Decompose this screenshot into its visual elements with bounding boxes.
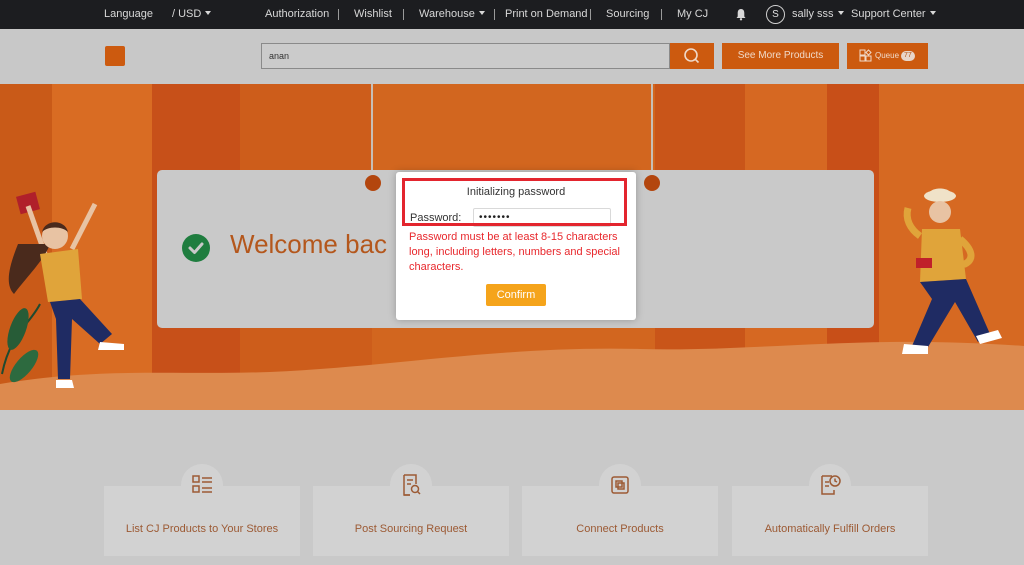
currency-label: / USD bbox=[172, 8, 202, 20]
connect-icon bbox=[611, 476, 629, 494]
feature-label: Automatically Fulfill Orders bbox=[764, 523, 896, 535]
logo[interactable] bbox=[105, 46, 125, 66]
pin bbox=[644, 175, 660, 191]
nav-my-cj[interactable]: My CJ bbox=[677, 0, 708, 29]
support-center-menu[interactable]: Support Center bbox=[851, 0, 936, 29]
divider bbox=[403, 9, 404, 20]
chevron-down-icon bbox=[837, 11, 844, 15]
document-search-icon bbox=[403, 474, 421, 496]
hanging-rope bbox=[371, 84, 373, 176]
search-icon bbox=[684, 48, 700, 64]
queue-label: Queue bbox=[875, 51, 900, 60]
user-menu[interactable]: sally sss bbox=[792, 0, 844, 29]
divider bbox=[590, 9, 591, 20]
avatar[interactable]: S bbox=[766, 5, 785, 24]
nav-authorization[interactable]: Authorization bbox=[265, 0, 329, 29]
nav-sourcing[interactable]: Sourcing bbox=[606, 0, 649, 29]
feature-label: List CJ Products to Your Stores bbox=[125, 523, 279, 535]
top-navigation-bar: Language / USD Authorization Wishlist Wa… bbox=[0, 0, 1024, 29]
divider bbox=[661, 9, 662, 20]
currency-selector[interactable]: / USD bbox=[172, 0, 212, 29]
confirm-button[interactable]: Confirm bbox=[486, 284, 546, 306]
search-button[interactable] bbox=[670, 43, 714, 69]
queue-icon bbox=[859, 49, 872, 62]
chevron-down-icon bbox=[929, 11, 936, 15]
list-icon bbox=[192, 475, 212, 493]
username: sally sss bbox=[792, 8, 834, 20]
feature-label: Connect Products bbox=[576, 523, 664, 535]
chevron-down-icon bbox=[478, 11, 485, 15]
highlight-box bbox=[402, 178, 627, 226]
pin bbox=[365, 175, 381, 191]
password-error-message: Password must be at least 8-15 character… bbox=[409, 231, 620, 273]
divider bbox=[338, 9, 339, 20]
divider bbox=[494, 9, 495, 20]
bell-icon[interactable] bbox=[735, 0, 747, 29]
queue-button[interactable]: Queue 77 bbox=[847, 43, 928, 69]
nav-warehouse[interactable]: Warehouse bbox=[419, 0, 485, 29]
site-header: anan See More Products Queue 77 bbox=[0, 29, 1024, 84]
nav-print-on-demand[interactable]: Print on Demand bbox=[505, 0, 588, 29]
check-circle-icon bbox=[182, 234, 210, 262]
support-center-label: Support Center bbox=[851, 8, 926, 20]
dancing-man-illustration bbox=[902, 188, 1002, 354]
feature-label: Post Sourcing Request bbox=[354, 523, 468, 535]
hanging-rope bbox=[651, 84, 653, 176]
see-more-products-button[interactable]: See More Products bbox=[722, 43, 839, 69]
nav-wishlist[interactable]: Wishlist bbox=[354, 0, 392, 29]
nav-warehouse-label: Warehouse bbox=[419, 8, 475, 20]
dancing-woman-illustration bbox=[1, 191, 124, 388]
language-selector[interactable]: Language bbox=[104, 0, 153, 29]
queue-count-badge: 77 bbox=[901, 51, 915, 61]
chevron-down-icon bbox=[205, 11, 212, 15]
clock-order-icon bbox=[821, 475, 841, 495]
search-input[interactable]: anan bbox=[261, 43, 670, 69]
